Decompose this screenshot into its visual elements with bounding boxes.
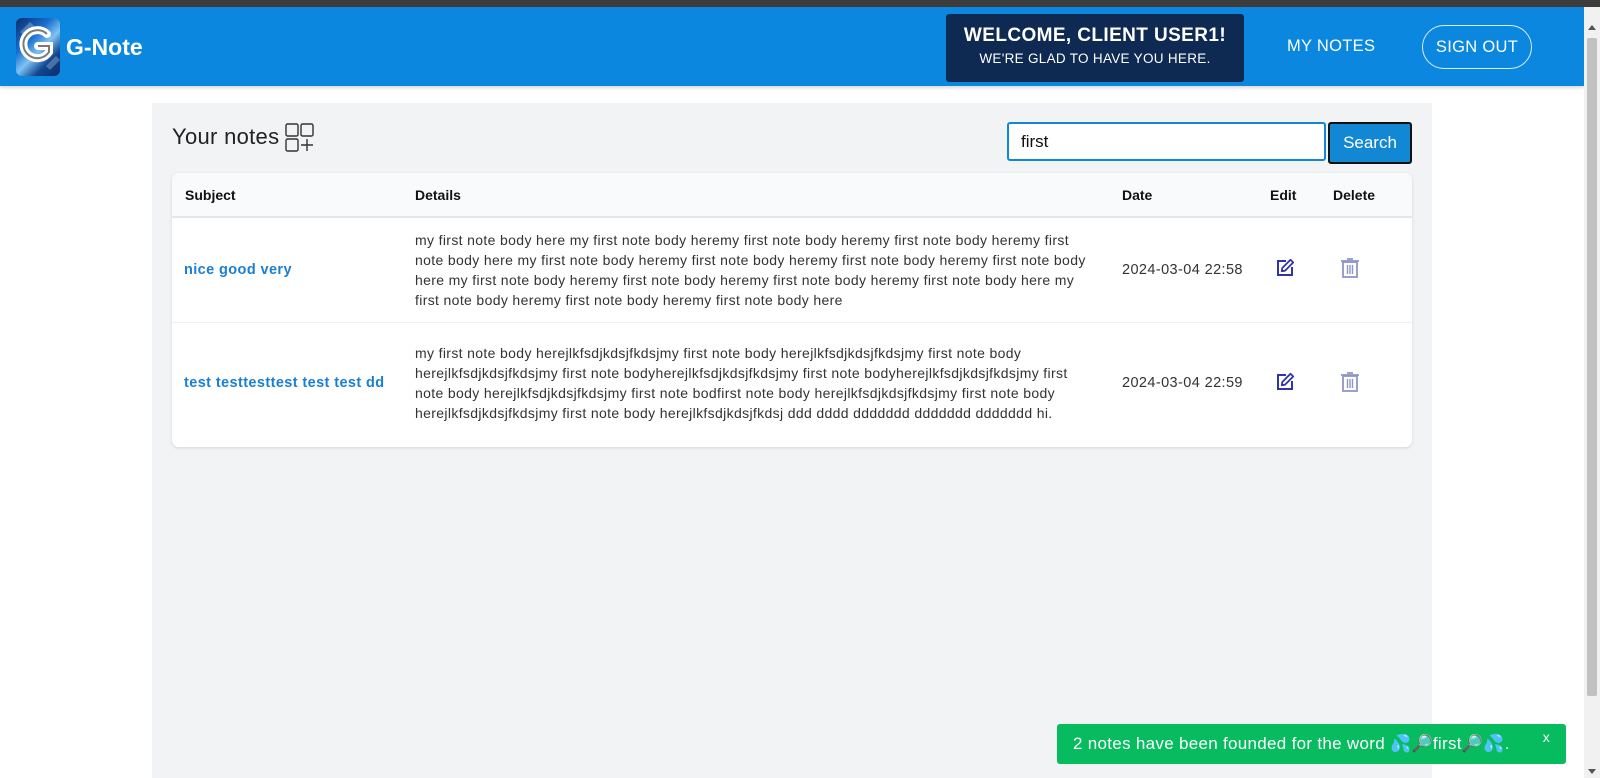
brand-name: G-Note <box>66 33 143 60</box>
welcome-banner: WELCOME, CLIENT USER1! WE'RE GLAD TO HAV… <box>946 14 1244 82</box>
logo-icon <box>16 18 60 76</box>
edit-icon[interactable] <box>1275 372 1295 392</box>
table-row: test testtesttest test test dd my first … <box>172 322 1412 444</box>
search-button[interactable]: Search <box>1328 122 1412 164</box>
delete-cell <box>1320 322 1412 444</box>
note-details: my first note body here my first note bo… <box>415 231 1086 308</box>
trash-icon[interactable] <box>1340 257 1360 279</box>
scroll-down-arrow-icon[interactable] <box>1588 769 1596 774</box>
search-result-toast: 2 notes have been founded for the word 💦… <box>1057 724 1566 764</box>
trash-icon[interactable] <box>1340 371 1360 393</box>
note-subject-link[interactable]: test testtesttest test test dd <box>172 322 402 444</box>
page-title: Your notes <box>172 124 280 149</box>
grid-plus-icon[interactable] <box>285 123 315 158</box>
column-header-delete: Delete <box>1333 186 1376 203</box>
notes-panel: Your notes Search Subject Details Date E… <box>152 103 1432 778</box>
welcome-subtitle: WE'RE GLAD TO HAVE YOU HERE. <box>979 51 1211 66</box>
page-scrollbar[interactable] <box>1584 7 1600 778</box>
column-header-date: Date <box>1122 186 1153 203</box>
column-header-details: Details <box>415 186 461 203</box>
edit-icon[interactable] <box>1275 258 1295 278</box>
navbar: G-Note WELCOME, CLIENT USER1! WE'RE GLAD… <box>0 7 1584 86</box>
brand[interactable]: G-Note <box>16 17 143 77</box>
delete-cell <box>1320 217 1412 322</box>
note-details: my first note body herejlkfsdjkdsjfkdsjm… <box>415 345 1068 422</box>
browser-top-strip <box>0 0 1600 7</box>
scroll-up-arrow-icon[interactable] <box>1588 25 1596 30</box>
note-date: 2024-03-04 22:59 <box>1122 375 1243 392</box>
edit-cell <box>1257 322 1320 444</box>
nav-my-notes[interactable]: MY NOTES <box>1287 37 1375 56</box>
sign-out-button[interactable]: SIGN OUT <box>1422 25 1532 69</box>
scrollbar-thumb[interactable] <box>1587 38 1597 696</box>
table-header-row: Subject Details Date Edit Delete <box>172 173 1412 217</box>
edit-cell <box>1257 217 1320 322</box>
column-header-edit: Edit <box>1270 186 1297 203</box>
welcome-title: WELCOME, CLIENT USER1! <box>963 25 1227 46</box>
note-date: 2024-03-04 22:58 <box>1122 261 1243 278</box>
note-subject-link[interactable]: nice good very <box>172 217 402 322</box>
toast-message: 2 notes have been founded for the word 💦… <box>1073 734 1510 753</box>
table-row: nice good very my first note body here m… <box>172 217 1412 322</box>
search-input[interactable] <box>1007 122 1326 161</box>
notes-table: Subject Details Date Edit Delete nice go… <box>172 173 1412 447</box>
toast-close-button[interactable]: x <box>1543 729 1550 745</box>
column-header-subject: Subject <box>185 186 236 203</box>
